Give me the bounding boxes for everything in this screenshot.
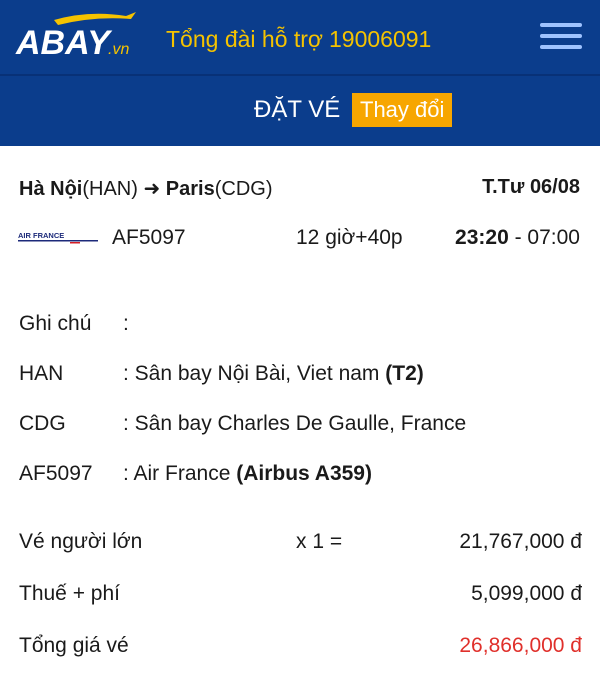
change-button[interactable]: Thay đổi — [352, 93, 453, 127]
arrive-time: - 07:00 — [514, 226, 580, 249]
flight-duration: 12 giờ+40p — [296, 226, 403, 249]
destination-code: (CDG) — [214, 178, 273, 200]
hotline[interactable]: Tổng đài hỗ trợ 19006091 — [166, 26, 431, 53]
destination-airport-info: : Sân bay Charles De Gaulle, France — [123, 412, 467, 435]
total-price: 26,866,000 đ — [459, 634, 582, 657]
flight-times: 23:20 - 07:00 — [455, 226, 580, 250]
tax-price: 5,099,000 đ — [471, 582, 582, 605]
flight-info: : Air France (Airbus A359) — [123, 462, 372, 485]
booking-title: ĐẶT VÉ — [254, 96, 341, 123]
note-value: : — [123, 312, 129, 335]
adult-multiplier: x 1 = — [296, 530, 343, 553]
destination-city: Paris — [165, 178, 215, 200]
svg-text:ABAY: ABAY — [15, 24, 113, 62]
origin-airport-code: HAN — [19, 362, 64, 385]
hotline-number[interactable]: 19006091 — [329, 26, 431, 52]
note-label: Ghi chú — [19, 312, 92, 335]
airline-logo-text: AIR FRANCE — [18, 231, 64, 240]
flight-date: T.Tư 06/08 — [482, 176, 580, 198]
air-france-logo: AIR FRANCE — [18, 231, 98, 244]
app-header: ABAY .vn Tổng đài hỗ trợ 19006091 — [0, 0, 600, 74]
origin-airport-info: : Sân bay Nội Bài, Viet nam (T2) — [123, 362, 424, 385]
hotline-label: Tổng đài hỗ trợ — [166, 26, 324, 52]
abay-logo[interactable]: ABAY .vn — [14, 8, 140, 66]
destination-airport-code: CDG — [19, 412, 66, 435]
depart-time: 23:20 — [455, 226, 509, 249]
adult-fare-price: 21,767,000 đ — [459, 530, 582, 553]
adult-fare-label: Vé người lớn — [19, 530, 143, 553]
terminal-badge: (T2) — [385, 362, 424, 385]
aircraft-type: (Airbus A359) — [236, 462, 372, 485]
origin-code: (HAN) — [82, 178, 138, 200]
arrow-right-icon: ➜ — [143, 178, 161, 200]
origin-city: Hà Nội — [19, 178, 83, 200]
booking-bar: ĐẶT VÉ Thay đổi — [0, 76, 600, 146]
hamburger-menu-icon[interactable] — [540, 23, 582, 49]
svg-text:.vn: .vn — [108, 41, 129, 58]
tax-label: Thuế + phí — [19, 582, 120, 605]
flight-info-code: AF5097 — [19, 462, 93, 485]
flight-number: AF5097 — [112, 226, 186, 249]
total-label: Tổng giá vé — [19, 634, 129, 657]
